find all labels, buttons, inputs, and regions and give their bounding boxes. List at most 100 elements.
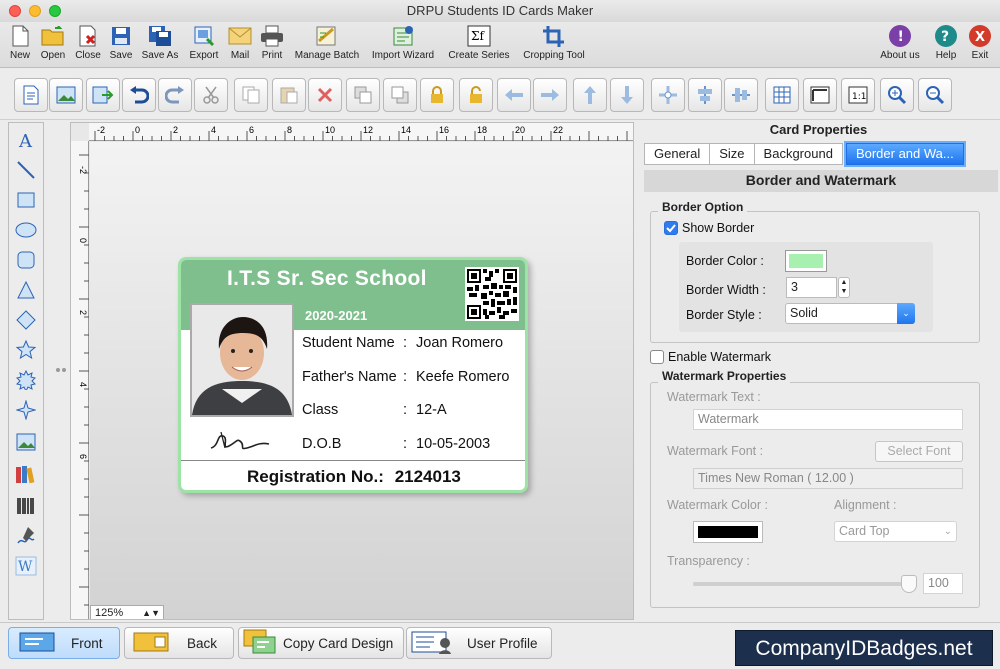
barcode-tool-icon[interactable] <box>13 493 39 519</box>
copy-card-design-button[interactable]: Copy Card Design <box>238 627 404 659</box>
back-card-icon <box>133 631 169 656</box>
tab-border-and-watermark[interactable]: Border and Wa... <box>843 141 966 167</box>
import-wizard-button[interactable]: Import Wizard <box>366 24 440 61</box>
cut-icon[interactable] <box>194 78 228 112</box>
watermark-color-fill <box>698 526 758 538</box>
show-border-label: Show Border <box>682 221 755 235</box>
minimize-window-icon[interactable] <box>29 5 41 17</box>
zoom-out-icon[interactable] <box>918 78 952 112</box>
zoom-in-icon[interactable] <box>880 78 914 112</box>
grid-icon[interactable] <box>765 78 799 112</box>
edit-toolbar: 1:1 <box>0 70 1000 120</box>
image-export-icon[interactable] <box>86 78 120 112</box>
burst-tool-icon[interactable] <box>13 367 39 393</box>
triangle-tool-icon[interactable] <box>13 277 39 303</box>
student-photo <box>190 303 294 417</box>
ruler-icon[interactable] <box>803 78 837 112</box>
exit-button[interactable]: X Exit <box>964 24 996 61</box>
ruler-label: 20 <box>515 125 525 135</box>
send-back-icon[interactable] <box>383 78 417 112</box>
line-tool-icon[interactable] <box>13 157 39 183</box>
transparency-slider[interactable] <box>693 575 917 593</box>
actual-size-icon[interactable]: 1:1 <box>841 78 875 112</box>
front-button[interactable]: Front <box>8 627 120 659</box>
tab-general[interactable]: General <box>644 143 711 165</box>
star-tool-icon[interactable] <box>13 337 39 363</box>
border-width-stepper[interactable]: ▲ ▼ <box>838 277 850 298</box>
window-title: DRPU Students ID Cards Maker <box>406 3 594 18</box>
move-down-icon[interactable] <box>610 78 644 112</box>
zoom-select[interactable]: 125% ▲▼ <box>90 605 164 619</box>
enable-watermark-checkbox[interactable] <box>650 350 664 364</box>
new-button[interactable]: New <box>6 24 34 61</box>
border-color-swatch[interactable] <box>785 250 827 272</box>
unlock-icon[interactable] <box>459 78 493 112</box>
help-button[interactable]: ? Help <box>930 24 962 61</box>
watermark-text-input[interactable]: Watermark <box>693 409 963 430</box>
show-border-checkbox[interactable] <box>664 221 678 235</box>
image-icon[interactable] <box>49 78 83 112</box>
diamond-tool-icon[interactable] <box>13 307 39 333</box>
ellipse-tool-icon[interactable] <box>13 217 39 243</box>
lock-icon[interactable] <box>420 78 454 112</box>
cropping-tool-button[interactable]: Cropping Tool <box>518 24 590 61</box>
watermark-color-swatch[interactable] <box>693 521 763 543</box>
move-left-icon[interactable] <box>497 78 531 112</box>
center-icon[interactable] <box>651 78 685 112</box>
alignment-select[interactable]: Card Top ⌄ <box>834 521 957 542</box>
user-profile-button[interactable]: User Profile <box>406 627 552 659</box>
move-up-icon[interactable] <box>573 78 607 112</box>
panel-splitter[interactable] <box>55 122 67 618</box>
sparkle-tool-icon[interactable] <box>13 397 39 423</box>
rounded-rectangle-tool-icon[interactable] <box>13 247 39 273</box>
close-window-icon[interactable] <box>9 5 21 17</box>
border-style-select[interactable]: Solid ⌄ <box>785 303 915 324</box>
tab-background[interactable]: Background <box>753 143 843 165</box>
manage-batch-button[interactable]: Manage Batch <box>290 24 364 61</box>
save-as-button[interactable]: Save As <box>138 24 182 61</box>
watermark-tool-icon[interactable]: W <box>13 553 39 579</box>
mail-button[interactable]: Mail <box>226 24 254 61</box>
watermark-properties-label: Watermark Properties <box>658 369 791 383</box>
signature <box>207 428 277 457</box>
maximize-window-icon[interactable] <box>49 5 61 17</box>
create-series-button[interactable]: Σf Create Series <box>442 24 516 61</box>
fathers-name-label: Father's Name <box>302 369 397 385</box>
bring-front-icon[interactable] <box>346 78 380 112</box>
border-width-input[interactable]: 3 <box>786 277 837 298</box>
paste-icon[interactable] <box>272 78 306 112</box>
watermark-font-display: Times New Roman ( 12.00 ) <box>693 468 963 489</box>
open-button[interactable]: Open <box>38 24 68 61</box>
transparency-value[interactable]: 100 <box>923 573 963 594</box>
redo-icon[interactable] <box>158 78 192 112</box>
signature-tool-icon[interactable] <box>13 523 39 549</box>
text-tool-icon[interactable]: A <box>13 127 39 153</box>
picture-tool-icon[interactable] <box>13 429 39 455</box>
library-tool-icon[interactable] <box>13 461 39 487</box>
close-button[interactable]: Close <box>72 24 104 61</box>
transparency-slider-handle[interactable] <box>901 575 917 593</box>
about-us-button[interactable]: ! About us <box>876 24 924 61</box>
ruler-label: 2 <box>78 310 88 315</box>
align-vertical-icon[interactable] <box>688 78 722 112</box>
transparency-label: Transparency : <box>667 554 750 568</box>
undo-icon[interactable] <box>122 78 156 112</box>
move-right-icon[interactable] <box>533 78 567 112</box>
watermark-text-label: Watermark Text : <box>667 390 761 404</box>
properties-icon[interactable] <box>14 78 48 112</box>
id-card-preview[interactable]: I.T.S Sr. Sec School 2020-2021 Student N… <box>178 257 528 493</box>
delete-icon[interactable] <box>308 78 342 112</box>
tab-size[interactable]: Size <box>709 143 755 165</box>
copy-icon[interactable] <box>234 78 268 112</box>
select-font-button[interactable]: Select Font <box>875 441 963 462</box>
enable-watermark-label: Enable Watermark <box>668 350 772 364</box>
rectangle-tool-icon[interactable] <box>13 187 39 213</box>
student-name-separator: : <box>403 335 408 351</box>
align-horizontal-icon[interactable] <box>724 78 758 112</box>
print-button[interactable]: Print <box>258 24 286 61</box>
save-button[interactable]: Save <box>106 24 136 61</box>
back-button[interactable]: Back <box>124 627 234 659</box>
registration-label: Registration No.: <box>247 467 384 486</box>
export-button[interactable]: Export <box>186 24 222 61</box>
create-series-icon: Σf <box>466 24 492 48</box>
